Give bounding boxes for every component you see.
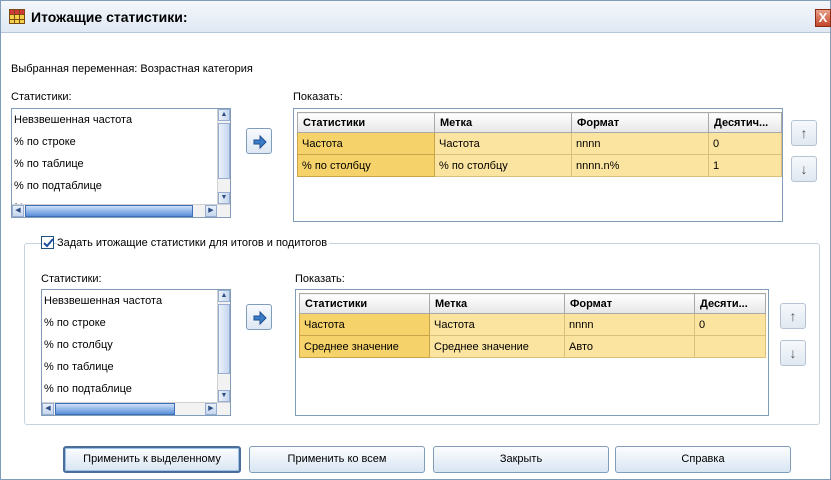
table-row[interactable]: Среднее значение Среднее значение Авто (299, 335, 766, 358)
scroll-up-icon[interactable]: ▲ (218, 109, 230, 121)
list-item[interactable]: % по строке (42, 312, 230, 334)
list-item[interactable]: % по подтаблице (12, 175, 230, 197)
checkmark-icon (43, 238, 54, 248)
list-item[interactable]: Невзвешенная частота (12, 109, 230, 131)
column-header[interactable]: Метка (434, 112, 572, 133)
top-display-grid[interactable]: Статистики Метка Формат Десятич... Часто… (293, 108, 783, 222)
scroll-right-icon[interactable]: ▶ (205, 403, 217, 415)
sub-display-grid[interactable]: Статистики Метка Формат Десяти... Частот… (295, 289, 769, 416)
scroll-down-icon[interactable]: ▼ (218, 192, 230, 204)
table-row[interactable]: Частота Частота nnnn 0 (299, 313, 766, 336)
sub-move-down-button[interactable]: ↓ (780, 340, 806, 366)
subtotals-checkbox[interactable] (41, 236, 54, 249)
apply-selected-button[interactable]: Применить к выделенному (63, 446, 241, 473)
grid-header-row: Статистики Метка Формат Десятич... (297, 112, 782, 133)
table-cell[interactable]: Среднее значение (299, 335, 430, 358)
top-stats-label: Статистики: (11, 91, 72, 103)
column-header[interactable]: Формат (564, 293, 695, 314)
top-show-label: Показать: (293, 91, 343, 103)
scroll-thumb[interactable] (55, 403, 175, 415)
vertical-scrollbar[interactable]: ▲ ▼ (217, 290, 230, 402)
move-to-display-button[interactable] (246, 128, 272, 154)
sub-show-label: Показать: (295, 273, 345, 285)
table-cell[interactable]: 0 (694, 313, 766, 336)
table-cell[interactable]: Частота (429, 313, 565, 336)
arrow-up-icon: ↑ (789, 308, 797, 324)
table-cell[interactable]: Авто (564, 335, 695, 358)
list-item[interactable]: % по подтаблице (42, 378, 230, 400)
scroll-thumb[interactable] (25, 205, 193, 217)
table-cell[interactable]: 1 (708, 154, 782, 177)
table-cell[interactable]: Частота (297, 132, 435, 155)
table-cell[interactable]: Среднее значение (429, 335, 565, 358)
dialog-title: Итожащие статистики: (31, 9, 188, 25)
top-stats-list[interactable]: Невзвешенная частота % по строке % по та… (11, 108, 231, 218)
selected-variable-label: Выбранная переменная: Возрастная категор… (11, 63, 253, 75)
scroll-left-icon[interactable]: ◀ (12, 205, 24, 217)
list-item[interactable]: % по таблице (42, 356, 230, 378)
arrow-up-icon: ↑ (800, 125, 808, 141)
arrow-right-icon (253, 134, 267, 150)
table-row[interactable]: Частота Частота nnnn 0 (297, 132, 782, 155)
scroll-thumb[interactable] (218, 123, 230, 179)
table-cell[interactable]: % по столбцу (434, 154, 572, 177)
column-header[interactable]: Десятич... (708, 112, 782, 133)
scroll-thumb[interactable] (218, 304, 230, 374)
sub-move-up-button[interactable]: ↑ (780, 303, 806, 329)
horizontal-scrollbar[interactable]: ◀ ▶ (12, 204, 230, 217)
list-item[interactable]: % по строке (12, 131, 230, 153)
column-header[interactable]: Статистики (299, 293, 430, 314)
sub-stats-list[interactable]: Невзвешенная частота % по строке % по ст… (41, 289, 231, 416)
subtotals-checkbox-label[interactable]: Задать итожащие статистики для итогов и … (57, 237, 330, 249)
list-item[interactable]: Невзвешенная частота (42, 290, 230, 312)
scroll-up-icon[interactable]: ▲ (218, 290, 230, 302)
dialog-window: Итожащие статистики: X Выбранная перемен… (0, 0, 831, 480)
table-cell[interactable]: nnnn (571, 132, 709, 155)
table-cell[interactable]: Частота (434, 132, 572, 155)
scroll-left-icon[interactable]: ◀ (42, 403, 54, 415)
move-down-button[interactable]: ↓ (791, 156, 817, 182)
table-cell[interactable]: % по столбцу (297, 154, 435, 177)
scroll-down-icon[interactable]: ▼ (218, 390, 230, 402)
title-bar: Итожащие статистики: X (1, 1, 831, 33)
arrow-down-icon: ↓ (800, 161, 808, 177)
table-cell[interactable]: 0 (708, 132, 782, 155)
table-cell[interactable]: Частота (299, 313, 430, 336)
horizontal-scrollbar[interactable]: ◀ ▶ (42, 402, 230, 415)
table-cell[interactable]: nnnn.n% (571, 154, 709, 177)
close-window-button[interactable]: X (815, 9, 831, 27)
arrow-down-icon: ↓ (789, 345, 797, 361)
table-icon (9, 9, 25, 24)
column-header[interactable]: Десяти... (694, 293, 766, 314)
grid-header-row: Статистики Метка Формат Десяти... (299, 293, 766, 314)
column-header[interactable]: Статистики (297, 112, 435, 133)
sub-stats-label: Статистики: (41, 273, 102, 285)
table-cell[interactable]: nnnn (564, 313, 695, 336)
list-item[interactable]: % по столбцу (42, 334, 230, 356)
help-button[interactable]: Справка (615, 446, 791, 473)
move-up-button[interactable]: ↑ (791, 120, 817, 146)
column-header[interactable]: Формат (571, 112, 709, 133)
arrow-right-icon (253, 310, 267, 326)
table-cell[interactable] (694, 335, 766, 358)
column-header[interactable]: Метка (429, 293, 565, 314)
apply-all-button[interactable]: Применить ко всем (249, 446, 425, 473)
table-row[interactable]: % по столбцу % по столбцу nnnn.n% 1 (297, 154, 782, 177)
vertical-scrollbar[interactable]: ▲ ▼ (217, 109, 230, 204)
list-item[interactable]: % по таблице (12, 153, 230, 175)
scroll-right-icon[interactable]: ▶ (205, 205, 217, 217)
sub-move-to-display-button[interactable] (246, 304, 272, 330)
close-button[interactable]: Закрыть (433, 446, 609, 473)
